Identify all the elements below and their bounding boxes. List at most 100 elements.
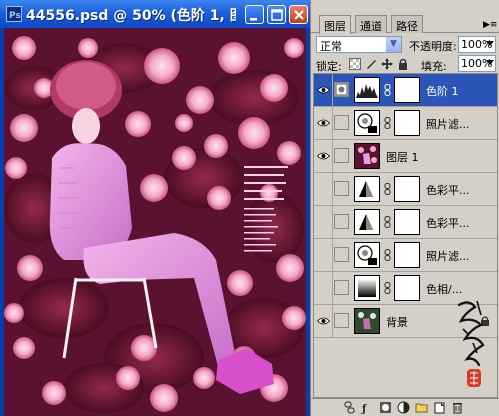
close-button[interactable] [289, 5, 308, 24]
layers-panel-footer: ƒ [311, 398, 499, 416]
maximize-button[interactable] [267, 5, 286, 24]
fill-label: 填充: [421, 60, 447, 73]
lock-label: 锁定: [316, 60, 342, 73]
layer-link-cell[interactable] [334, 280, 349, 295]
color-balance-thumbnail [354, 176, 380, 202]
levels-thumbnail [354, 77, 380, 103]
photo-thumbnail-icon [355, 309, 379, 333]
tab-layers[interactable]: 图层 [319, 15, 351, 34]
link-layers-icon[interactable] [343, 401, 356, 414]
opacity-slider-arrow-icon[interactable] [486, 41, 494, 46]
layer-style-icon[interactable]: ƒ [361, 401, 374, 414]
visibility-toggle[interactable] [314, 107, 333, 139]
photo-filter-icon [357, 245, 377, 265]
chain-link-icon[interactable] [384, 84, 391, 96]
layers-panel: 图层 通道 路径 ▶≡ 正常 ▼ 不透明度: 100% 锁定: 填充: 100% [310, 0, 499, 416]
chain-link-icon[interactable] [384, 282, 391, 294]
layer-name: 图层 1 [386, 151, 419, 164]
hue-saturation-thumbnail [354, 275, 380, 301]
new-layer-icon[interactable] [433, 401, 446, 414]
layer-name: 色阶 1 [426, 85, 459, 98]
document-canvas[interactable] [4, 28, 306, 416]
layer-name: 背景 [386, 316, 408, 329]
photo-thumbnail-icon [355, 144, 379, 168]
layer-mask-thumbnail[interactable] [394, 209, 420, 235]
add-mask-icon[interactable] [379, 401, 392, 414]
tab-paths[interactable]: 路径 [391, 15, 423, 33]
layer-link-cell[interactable] [334, 181, 349, 196]
visibility-toggle[interactable] [314, 272, 333, 304]
document-title: 44556.psd @ 50% (色阶 1, 图层蒙... [26, 8, 236, 24]
opacity-label: 不透明度: [409, 40, 457, 53]
color-balance-icon [359, 214, 373, 230]
panel-tab-bar: 图层 通道 路径 [311, 15, 499, 34]
layer-row-color-balance-1[interactable]: 色彩平... [314, 173, 497, 206]
visibility-toggle[interactable] [314, 305, 333, 337]
chain-link-icon[interactable] [384, 249, 391, 261]
trash-icon[interactable] [451, 401, 464, 414]
layer-row-photo-filter-2[interactable]: 照片滤... [314, 239, 497, 272]
visibility-toggle[interactable] [314, 239, 333, 271]
photo-filter-thumbnail [354, 242, 380, 268]
document-titlebar[interactable]: Ps 44556.psd @ 50% (色阶 1, 图层蒙... [0, 0, 310, 28]
layer-image-thumbnail [354, 143, 380, 169]
chain-link-icon[interactable] [384, 117, 391, 129]
layer-row-levels-1[interactable]: 色阶 1 [314, 74, 497, 107]
new-group-icon[interactable] [415, 401, 428, 414]
hue-saturation-icon [358, 279, 376, 297]
color-balance-thumbnail [354, 209, 380, 235]
chevron-down-icon[interactable]: ▼ [386, 37, 401, 52]
blend-mode-select[interactable]: 正常 ▼ [316, 36, 402, 53]
layer-row-layer-1[interactable]: 图层 1 [314, 140, 497, 173]
fill-slider-arrow-icon[interactable] [486, 60, 494, 65]
visibility-toggle[interactable] [314, 206, 333, 238]
lock-position-icon[interactable] [381, 58, 393, 70]
layer-link-cell[interactable] [334, 115, 349, 130]
blend-mode-value: 正常 [320, 40, 342, 53]
chain-link-icon[interactable] [384, 216, 391, 228]
layer-name: 色彩平... [426, 217, 470, 230]
layer-mask-thumbnail[interactable] [394, 275, 420, 301]
eye-icon [317, 119, 330, 127]
fill-input[interactable]: 100% [458, 55, 496, 72]
color-balance-icon [359, 181, 373, 197]
document-window: Ps 44556.psd @ 50% (色阶 1, 图层蒙... [0, 0, 310, 416]
panel-menu-icon[interactable]: ▶≡ [483, 20, 497, 30]
lock-transparency-icon[interactable] [349, 58, 361, 70]
chain-link-icon[interactable] [384, 183, 391, 195]
visibility-toggle[interactable] [314, 140, 333, 172]
layer-mask-thumbnail[interactable] [394, 242, 420, 268]
layer-link-cell[interactable] [334, 148, 349, 163]
photo-filter-thumbnail [354, 110, 380, 136]
layer-row-color-balance-2[interactable]: 色彩平... [314, 206, 497, 239]
eye-icon [317, 152, 330, 160]
photo-filter-icon [357, 113, 377, 133]
lock-pixels-icon[interactable] [365, 58, 377, 70]
minimize-button[interactable] [245, 5, 264, 24]
layer-mask-link-cell[interactable] [334, 82, 349, 97]
layer-link-cell[interactable] [334, 214, 349, 229]
levels-histogram-icon [355, 78, 379, 102]
layer-name: 色彩平... [426, 184, 470, 197]
layer-row-photo-filter-1[interactable]: 照片滤... [314, 107, 497, 140]
background-thumbnail [354, 308, 380, 334]
eye-icon [317, 86, 330, 94]
tab-channels[interactable]: 通道 [355, 15, 387, 33]
layer-name: 照片滤... [426, 250, 470, 263]
lock-all-icon[interactable] [397, 58, 409, 70]
visibility-toggle[interactable] [314, 74, 333, 106]
layer-mask-thumbnail[interactable] [394, 77, 420, 103]
opacity-input[interactable]: 100% [458, 36, 496, 53]
svg-text:Ps: Ps [9, 11, 21, 21]
adjustment-layer-icon[interactable] [397, 401, 410, 414]
layer-mask-thumbnail[interactable] [394, 176, 420, 202]
visibility-toggle[interactable] [314, 173, 333, 205]
calligraphy-signature-logo [457, 300, 485, 387]
svg-text:ƒ: ƒ [361, 404, 367, 414]
layer-link-cell[interactable] [334, 313, 349, 328]
eye-icon [317, 317, 330, 325]
photo-artwork [4, 28, 306, 416]
brush-mask-icon [335, 83, 348, 96]
layer-link-cell[interactable] [334, 247, 349, 262]
layer-mask-thumbnail[interactable] [394, 110, 420, 136]
